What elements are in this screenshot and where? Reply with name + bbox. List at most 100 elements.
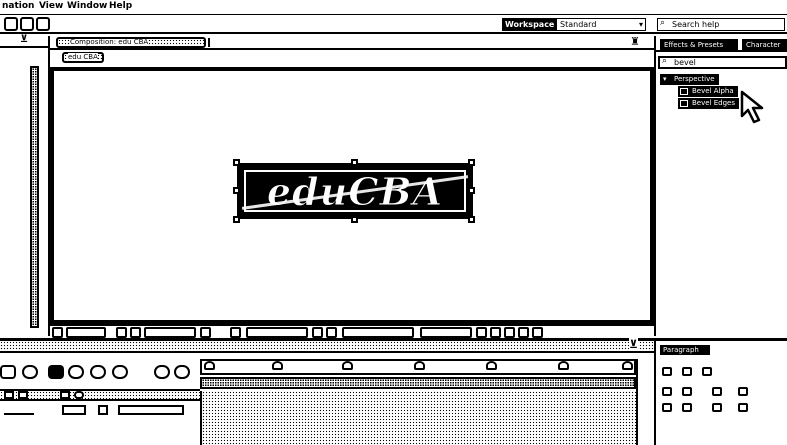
tab-character[interactable]: Character xyxy=(742,39,787,51)
parent-pickwhip-icon[interactable] xyxy=(98,405,108,415)
timecode-field[interactable] xyxy=(144,327,196,338)
menu-view[interactable]: View xyxy=(39,1,63,11)
timeline-graph-area[interactable] xyxy=(200,391,636,445)
project-panel: ⊻ xyxy=(0,34,50,336)
layer-header-row xyxy=(0,389,200,401)
pixel-aspect-icon[interactable] xyxy=(476,327,487,338)
transform-handle[interactable] xyxy=(351,216,358,223)
justify-all-icon[interactable] xyxy=(738,387,748,396)
panel-menu-icon[interactable]: ⊻ xyxy=(20,34,28,45)
tree-category-perspective[interactable]: ▾ Perspective xyxy=(660,74,719,85)
flowchart-icon[interactable] xyxy=(518,327,529,338)
help-search-input[interactable]: ⌕ Search help xyxy=(657,18,785,31)
keyframe-icon[interactable] xyxy=(622,361,633,370)
tab-effects-presets[interactable]: Effects & Presets xyxy=(660,39,738,51)
space-after-icon[interactable] xyxy=(682,403,692,412)
transform-handle[interactable] xyxy=(233,216,240,223)
indent-first-icon[interactable] xyxy=(682,387,692,396)
align-left-icon[interactable] xyxy=(662,367,672,376)
align-center-icon[interactable] xyxy=(682,367,692,376)
fast-preview-icon[interactable] xyxy=(490,327,501,338)
help-search-placeholder: Search help xyxy=(672,20,720,29)
hand-tool-icon[interactable] xyxy=(4,17,18,31)
motion-blur-icon[interactable] xyxy=(68,365,84,379)
resolution-select[interactable] xyxy=(246,327,308,338)
search-icon: ⌕ xyxy=(660,18,666,28)
brainstorm-icon[interactable] xyxy=(90,365,106,379)
transform-handle[interactable] xyxy=(233,159,240,166)
safe-margins-icon[interactable] xyxy=(116,327,127,338)
layer-switches[interactable] xyxy=(4,405,34,415)
timeline-scrollbar[interactable] xyxy=(636,359,654,445)
lock-icon[interactable]: ♜ xyxy=(630,35,640,48)
link-icon[interactable] xyxy=(22,365,38,379)
lock-icon[interactable] xyxy=(18,391,28,399)
frame-blend-icon[interactable] xyxy=(48,365,64,379)
menu-help[interactable]: Help xyxy=(109,1,132,11)
text-layer-bounding-box[interactable]: eduCBA xyxy=(237,163,473,219)
tab-composition[interactable]: Composition: edu CBA xyxy=(56,37,206,48)
keyframe-icon[interactable] xyxy=(558,361,569,370)
rotate-tool-icon[interactable] xyxy=(36,17,50,31)
workspace-label: Workspace xyxy=(502,18,558,31)
layer-mode-select[interactable] xyxy=(118,405,184,415)
tree-item-label: Bevel Alpha xyxy=(692,87,734,95)
solo-icon[interactable] xyxy=(60,391,70,399)
graph-editor-icon[interactable] xyxy=(112,365,128,379)
transparency-grid-icon[interactable] xyxy=(326,327,337,338)
composition-viewer[interactable]: eduCBA xyxy=(50,67,654,324)
keyframe-icon[interactable] xyxy=(272,361,283,370)
region-icon[interactable] xyxy=(312,327,323,338)
menu-window[interactable]: Window xyxy=(67,1,107,11)
transform-handle[interactable] xyxy=(468,216,475,223)
menu-animation[interactable]: nation xyxy=(2,1,34,11)
view-layout-select[interactable] xyxy=(420,327,472,338)
shy-icon[interactable] xyxy=(0,365,16,379)
layer-number xyxy=(62,405,86,415)
layer-duration-bar[interactable] xyxy=(200,377,636,389)
workspace-select[interactable]: Standard ▾ xyxy=(556,18,646,31)
zoom-tool-icon[interactable] xyxy=(20,17,34,31)
label-icon[interactable] xyxy=(74,391,84,399)
time-ruler[interactable] xyxy=(200,359,636,375)
tree-item-bevel-alpha[interactable]: Bevel Alpha xyxy=(678,86,738,97)
project-scrollbar[interactable] xyxy=(30,66,39,328)
transform-handle[interactable] xyxy=(233,187,240,194)
effects-search-input[interactable]: ⌕ bevel xyxy=(658,56,787,69)
keyframe-icon[interactable] xyxy=(342,361,353,370)
magnification-select[interactable] xyxy=(66,327,106,338)
project-panel-header: ⊻ xyxy=(0,34,48,48)
hyphenate-icon[interactable] xyxy=(738,403,748,412)
panel-menu-icon[interactable]: ⊻ xyxy=(629,338,638,351)
render-icon[interactable] xyxy=(174,365,190,379)
indent-left-icon[interactable] xyxy=(662,387,672,396)
effects-panel-tabs: Effects & Presets Character xyxy=(656,36,787,52)
camera-icon[interactable] xyxy=(200,327,211,338)
justify-icon[interactable] xyxy=(712,387,722,396)
keyframe-icon[interactable] xyxy=(414,361,425,370)
tree-item-bevel-edges[interactable]: Bevel Edges xyxy=(678,98,739,109)
transform-handle[interactable] xyxy=(468,187,475,194)
timeline-icon[interactable] xyxy=(504,327,515,338)
align-right-icon[interactable] xyxy=(702,367,712,376)
snapshot-icon[interactable] xyxy=(130,327,141,338)
transform-handle[interactable] xyxy=(351,159,358,166)
indent-right-icon[interactable] xyxy=(712,403,722,412)
effects-search-value: bevel xyxy=(674,58,696,67)
keyframe-icon[interactable] xyxy=(486,361,497,370)
space-before-icon[interactable] xyxy=(662,403,672,412)
grid-icon[interactable] xyxy=(52,327,63,338)
keyframe-icon[interactable] xyxy=(204,361,215,370)
disclosure-triangle-icon: ▾ xyxy=(663,75,667,83)
active-camera-select[interactable] xyxy=(342,327,414,338)
eye-icon[interactable] xyxy=(4,391,14,399)
channel-icon[interactable] xyxy=(230,327,241,338)
exposure-icon[interactable] xyxy=(532,327,543,338)
breadcrumb-item[interactable]: edu CBA xyxy=(62,52,104,63)
transform-handle[interactable] xyxy=(468,159,475,166)
layer-row[interactable] xyxy=(0,405,200,417)
effect-icon xyxy=(680,88,688,95)
comment-icon[interactable] xyxy=(154,365,170,379)
composition-tab-row: Composition: edu CBA ♜ xyxy=(50,35,654,50)
tab-paragraph[interactable]: Paragraph xyxy=(660,345,710,355)
